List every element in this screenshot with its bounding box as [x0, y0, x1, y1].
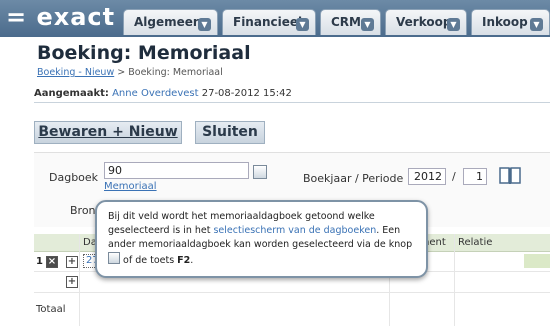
divider	[34, 102, 550, 103]
row-number: 1	[36, 256, 43, 267]
tab-label: Verkoop	[396, 15, 452, 29]
dagboek-input[interactable]: 90	[104, 162, 249, 179]
tooltip-key-f2: F2	[177, 255, 191, 266]
chevron-down-icon[interactable]: ▼	[198, 18, 211, 31]
add-row-icon[interactable]: +	[66, 276, 78, 288]
breadcrumb-separator: >	[117, 67, 126, 78]
created-info: Aangemaakt: Anne Overdevest 27-08-2012 1…	[34, 88, 292, 99]
created-label: Aangemaakt:	[34, 88, 109, 99]
tooltip-text-end: .	[190, 255, 194, 266]
tab-label: Inkoop	[482, 15, 528, 29]
delete-row-icon[interactable]: ×	[46, 256, 58, 268]
breadcrumb: Boeking - Nieuw > Boeking: Memoriaal	[37, 67, 223, 78]
tab-financieel[interactable]: Financieel ▼	[222, 9, 316, 35]
dagboek-picker-icon[interactable]	[253, 165, 267, 179]
breadcrumb-current: Boeking: Memoriaal	[128, 67, 223, 78]
page-title: Boeking: Memoriaal	[37, 42, 251, 64]
period-input[interactable]: 1	[463, 168, 487, 185]
expand-row-icon[interactable]: +	[66, 256, 78, 268]
dagboek-name-link[interactable]: Memoriaal	[104, 181, 157, 192]
period-book-icon[interactable]	[499, 167, 521, 185]
save-new-button[interactable]: Bewaren + Nieuw	[34, 121, 182, 144]
chevron-down-icon[interactable]: ▼	[296, 18, 309, 31]
chevron-down-icon[interactable]: ▼	[447, 18, 460, 31]
close-button[interactable]: Sluiten	[195, 121, 265, 144]
boekjaar-periode-label: Boekjaar / Periode	[303, 172, 404, 185]
exact-logo[interactable]: = exact	[6, 4, 115, 30]
tab-crm[interactable]: CRM ▼	[320, 9, 381, 35]
total-row: Totaal	[34, 298, 550, 326]
top-navigation-bar: = exact Algemeen ▼ Financieel ▼ CRM ▼ Ve…	[0, 0, 550, 37]
total-label: Totaal	[36, 304, 66, 315]
picker-icon	[108, 252, 120, 264]
year-input[interactable]: 2012	[408, 168, 446, 185]
tab-label: Financieel	[233, 15, 303, 29]
tab-verkoop[interactable]: Verkoop ▼	[385, 9, 467, 35]
period-separator: /	[452, 170, 456, 183]
created-datetime: 27-08-2012 15:42	[201, 88, 292, 99]
tooltip-link-dagboeken[interactable]: selectiescherm van de dagboeken	[213, 225, 376, 236]
breadcrumb-link-boeking-nieuw[interactable]: Boeking - Nieuw	[37, 67, 114, 78]
bron-label: Bron	[70, 204, 96, 217]
created-by-user[interactable]: Anne Overdevest	[112, 88, 198, 99]
chevron-down-icon[interactable]: ▼	[361, 18, 374, 31]
tab-label: Algemeen	[134, 15, 202, 29]
chevron-down-icon[interactable]: ▼	[530, 18, 543, 31]
relation-cell[interactable]	[524, 254, 550, 268]
help-tooltip: Bij dit veld wordt het memoriaaldagboek …	[95, 200, 428, 278]
tooltip-text-3: of de toets	[120, 255, 178, 266]
tab-inkoop[interactable]: Inkoop ▼	[471, 9, 550, 35]
tab-algemeen[interactable]: Algemeen ▼	[123, 9, 218, 35]
dagboek-label: Dagboek	[49, 171, 99, 184]
tab-label: CRM	[331, 15, 361, 29]
column-header-relation[interactable]: Relatie	[458, 237, 492, 248]
